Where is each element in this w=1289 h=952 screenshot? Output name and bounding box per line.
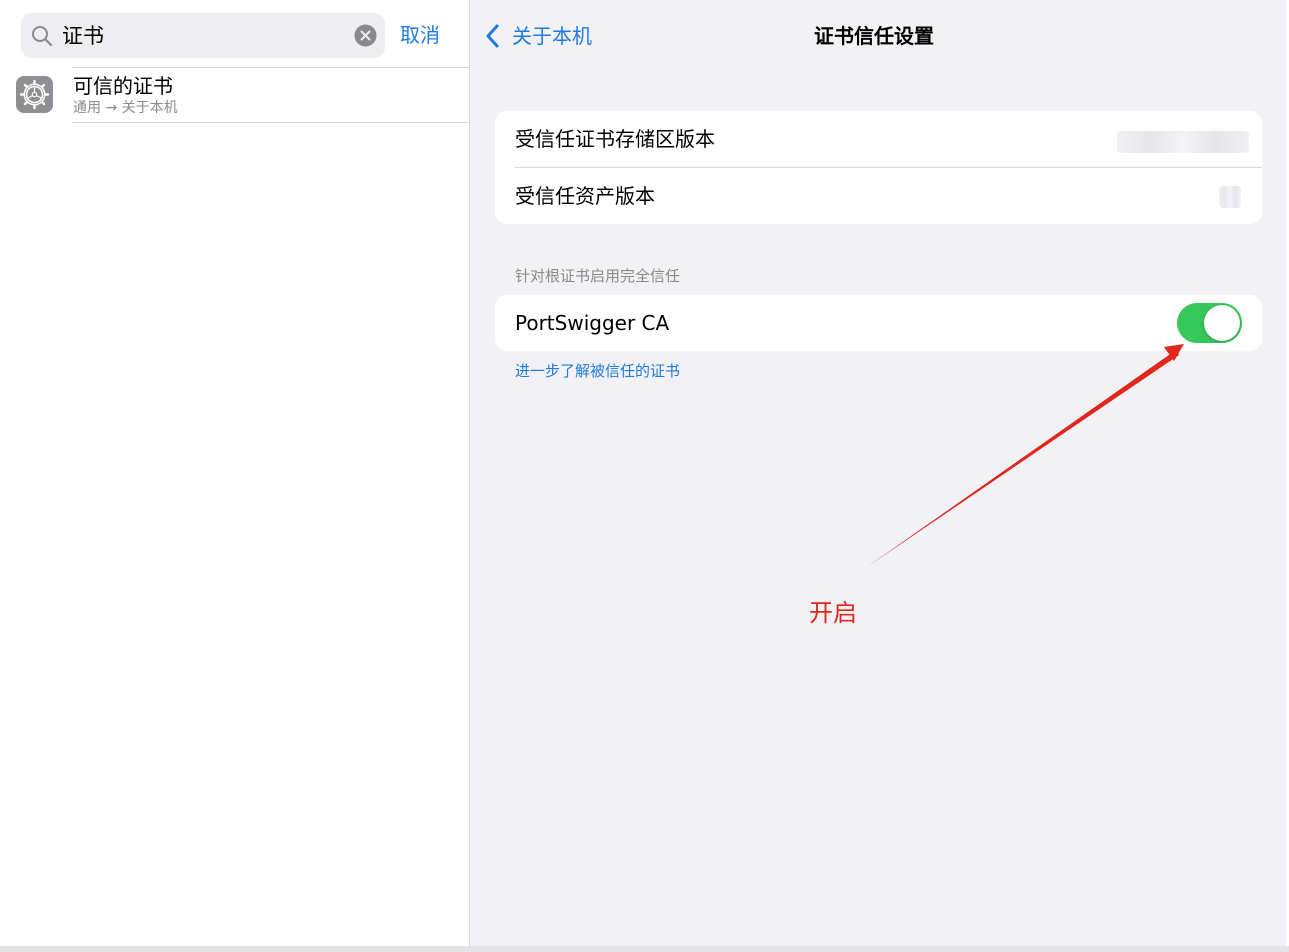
search-result-title: 可信的证书 bbox=[73, 74, 173, 98]
search-bar[interactable]: 证书 bbox=[21, 13, 385, 58]
divider bbox=[72, 122, 469, 123]
clear-search-icon[interactable] bbox=[354, 24, 377, 47]
search-result-trusted-certificates[interactable]: 可信的证书 通用 → 关于本机 bbox=[0, 68, 469, 122]
bottom-edge bbox=[0, 946, 1289, 952]
settings-gear-icon bbox=[16, 76, 53, 113]
search-icon bbox=[32, 26, 53, 47]
annotation-arrow bbox=[867, 344, 1184, 567]
search-input[interactable]: 证书 bbox=[62, 23, 104, 49]
search-result-path: 通用 → 关于本机 bbox=[73, 100, 178, 116]
detail-pane: 关于本机 证书信任设置 受信任证书存储区版本 受信任资产版本 针对根证书启用完全… bbox=[470, 0, 1286, 946]
annotation-label: 开启 bbox=[809, 599, 857, 627]
sidebar: 证书 取消 可信的证书 通用 → 关于本机 bbox=[0, 0, 470, 946]
cancel-button[interactable]: 取消 bbox=[400, 22, 440, 48]
